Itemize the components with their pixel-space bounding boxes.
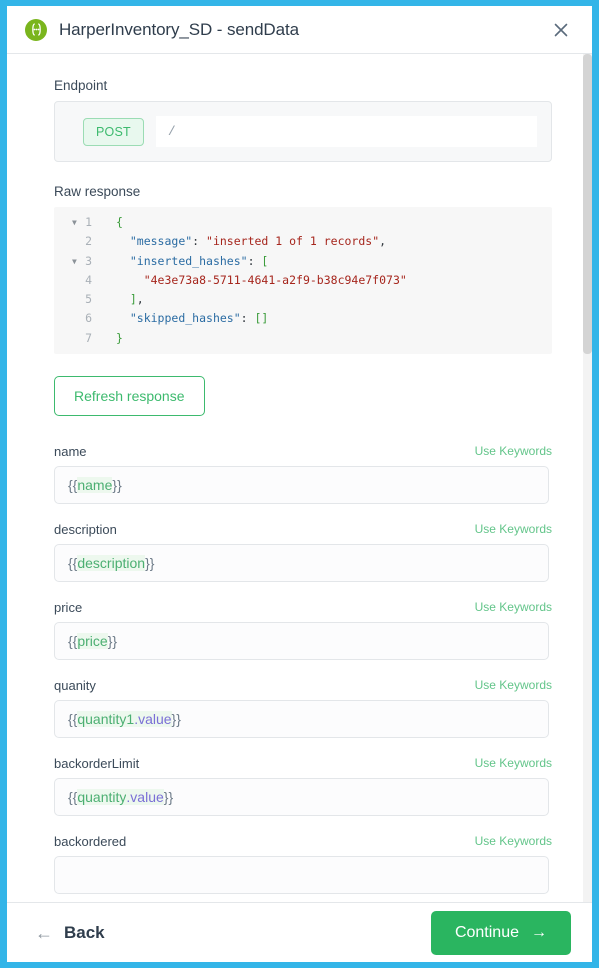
code-line-number: 4	[85, 272, 92, 287]
code-gutter: ▼ 1 2 ▼ 3 4 5 6 7	[54, 213, 101, 348]
scrollbar-track[interactable]	[583, 54, 592, 902]
http-method-badge: POST	[83, 117, 144, 146]
harper-braces-icon	[25, 18, 47, 41]
back-button-label: Back	[64, 922, 105, 942]
field-label: backordered	[54, 834, 127, 850]
use-keywords-link[interactable]: Use Keywords	[475, 600, 552, 615]
form-field-header: description Use Keywords	[54, 522, 552, 537]
field-input[interactable]: {{price}}	[54, 622, 549, 661]
field-input[interactable]: {{quantity .value}}	[54, 778, 549, 817]
code-line-number: ▼ 1	[54, 213, 101, 232]
form-field: name Use Keywords {{name}}	[54, 444, 552, 505]
code-line: "skipped_hashes": []	[129, 311, 269, 326]
form-field: description Use Keywords {{description}}	[54, 522, 552, 583]
field-input[interactable]: {{description}}	[54, 544, 549, 583]
modal-body: Endpoint POST / Raw response ▼ 1 2 ▼ 3 4 5 6 7 {…	[7, 54, 592, 902]
code-fold-toggle-icon[interactable]: ▼	[72, 213, 77, 232]
fields-list: name Use Keywords {{name}} description Use K…	[54, 444, 552, 895]
code-line: "4e3e73a8-5711-4641-a2f9-b38c94e7f073"	[143, 272, 407, 287]
field-input[interactable]: {{quantity1 .value}}	[54, 700, 549, 739]
scrollbar-thumb[interactable]	[583, 54, 592, 354]
form-field: backordered Use Keywords	[54, 834, 552, 895]
code-line-number: 2	[85, 234, 92, 249]
field-label: price	[54, 600, 83, 616]
code-line-number: ▼ 3	[54, 252, 101, 271]
form-field-header: quanity Use Keywords	[54, 678, 552, 693]
raw-response-code-block: ▼ 1 2 ▼ 3 4 5 6 7 { "message": "inserted 1 of 1 …	[54, 207, 552, 355]
code-line: ],	[129, 292, 144, 307]
endpoint-box: POST /	[54, 101, 552, 162]
close-icon[interactable]	[548, 17, 574, 43]
field-input[interactable]	[54, 856, 549, 895]
back-button[interactable]: ← Back	[35, 923, 105, 943]
form-field-header: backorderLimit Use Keywords	[54, 756, 552, 771]
field-label: description	[54, 522, 117, 538]
field-input[interactable]: {{name}}	[54, 466, 549, 505]
arrow-left-icon: ←	[35, 922, 53, 943]
form-field: price Use Keywords {{price}}	[54, 600, 552, 661]
field-label: quanity	[54, 678, 96, 694]
code-content: { "message": "inserted 1 of 1 records", …	[101, 213, 552, 348]
arrow-right-icon: →	[531, 923, 547, 941]
code-line-number: 5	[85, 292, 92, 307]
endpoint-label: Endpoint	[54, 78, 108, 93]
use-keywords-link[interactable]: Use Keywords	[475, 756, 552, 771]
modal-header: HarperInventory_SD - sendData	[7, 6, 592, 54]
code-line-number: 7	[85, 330, 92, 345]
form-field-header: backordered Use Keywords	[54, 834, 552, 849]
form-field-header: price Use Keywords	[54, 600, 552, 615]
modal-dialog: HarperInventory_SD - sendData Endpoint P…	[7, 6, 592, 962]
field-label: name	[54, 444, 87, 460]
continue-button[interactable]: Continue →	[430, 910, 571, 955]
endpoint-path-input[interactable]: /	[155, 116, 537, 147]
code-line: }	[116, 330, 123, 345]
code-line: "message": "inserted 1 of 1 records",	[129, 234, 387, 249]
use-keywords-link[interactable]: Use Keywords	[475, 444, 552, 459]
use-keywords-link[interactable]: Use Keywords	[475, 522, 552, 537]
page-title: HarperInventory_SD - sendData	[59, 19, 299, 39]
field-label: backorderLimit	[54, 756, 140, 772]
use-keywords-link[interactable]: Use Keywords	[475, 678, 552, 693]
code-fold-toggle-icon[interactable]: ▼	[72, 252, 77, 271]
form-field: quanity Use Keywords {{quantity1 .value}}	[54, 678, 552, 739]
raw-response-label: Raw response	[54, 184, 141, 199]
modal-footer: ← Back Continue →	[7, 902, 592, 962]
code-line-number: 6	[85, 311, 92, 326]
code-line: "inserted_hashes": [	[129, 253, 269, 268]
use-keywords-link[interactable]: Use Keywords	[475, 834, 552, 849]
form-field: backorderLimit Use Keywords {{quantity .val…	[54, 756, 552, 817]
form-field-header: name Use Keywords	[54, 444, 552, 459]
modal-frame: HarperInventory_SD - sendData Endpoint P…	[0, 0, 599, 968]
refresh-response-button[interactable]: Refresh response	[54, 376, 205, 417]
continue-button-label: Continue	[454, 923, 519, 941]
code-line: {	[116, 215, 123, 229]
